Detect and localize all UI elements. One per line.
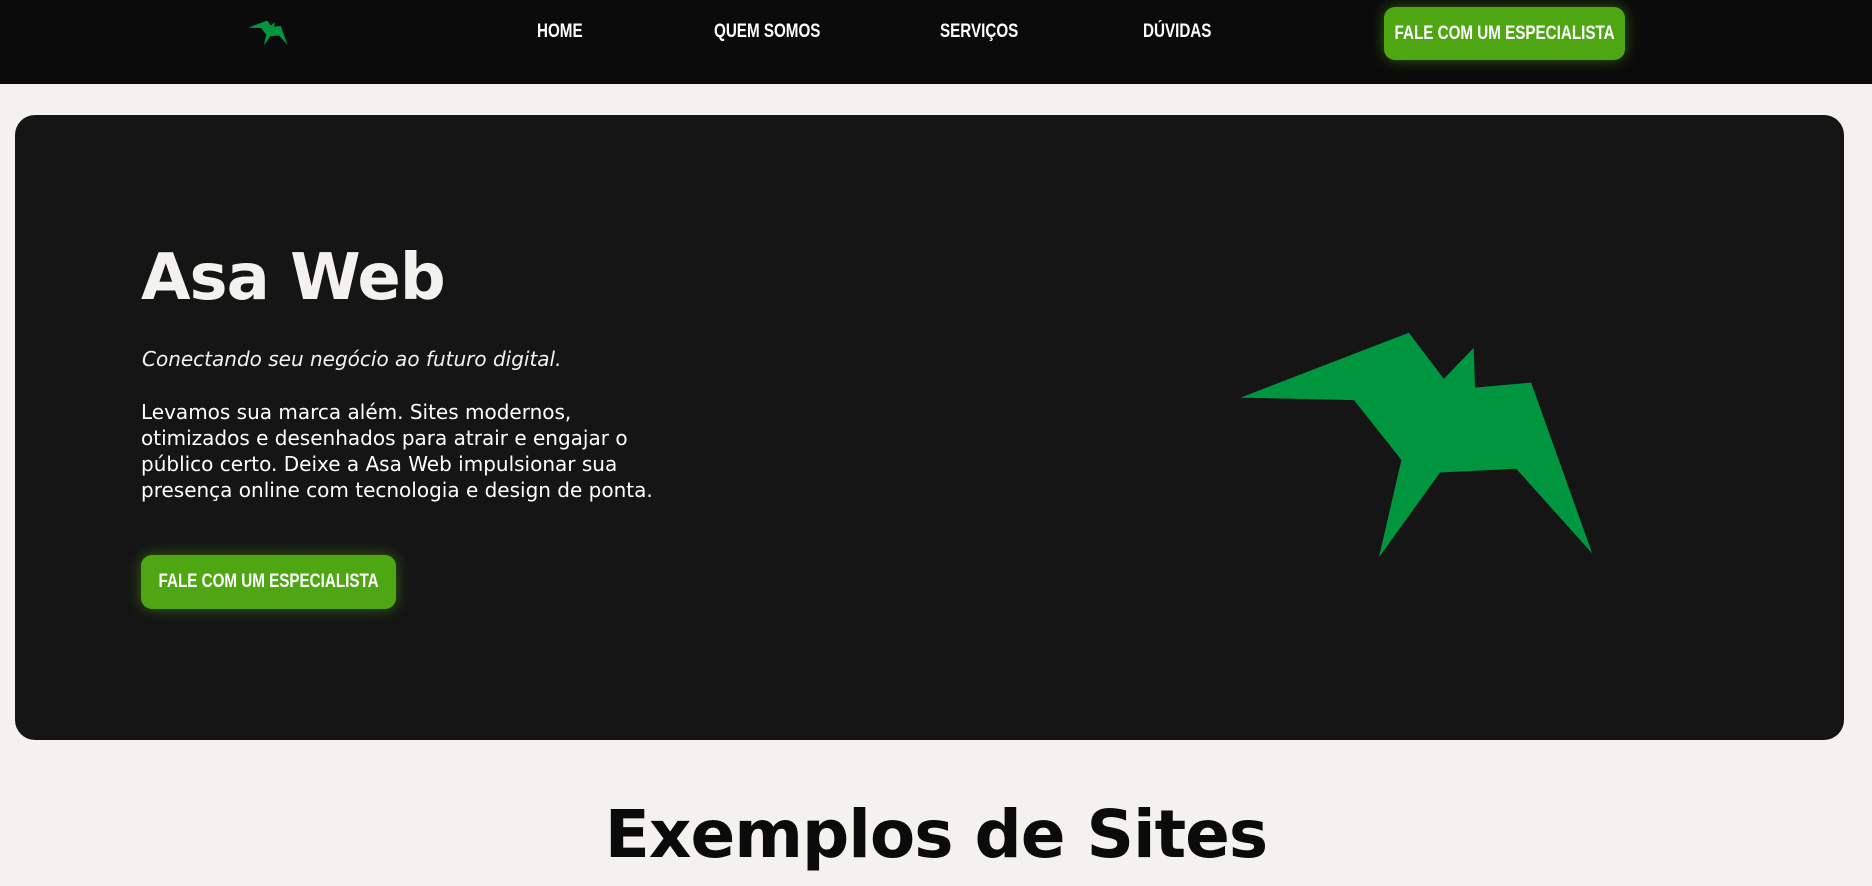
hero-description: Levamos sua marca além. Sites modernos, …	[141, 400, 653, 502]
hero-cta-button[interactable]: FALE COM UM ESPECIALISTA	[141, 555, 396, 609]
nav-link-home[interactable]: HOME	[537, 21, 583, 43]
hero-section: Asa Web Conectando seu negócio ao futuro…	[15, 115, 1844, 740]
navbar: HOME QUEM SOMOS SERVIÇOS DÚVIDAS FALE CO…	[0, 0, 1872, 84]
examples-section-title: Exemplos de Sites	[604, 796, 1268, 873]
nav-cta-button[interactable]: FALE COM UM ESPECIALISTA	[1384, 7, 1625, 60]
asa-bird-logo-icon	[1240, 332, 1593, 558]
asa-bird-logo-icon[interactable]	[248, 19, 288, 47]
nav-cta-label: FALE COM UM ESPECIALISTA	[1394, 22, 1615, 44]
hero-cta-label: FALE COM UM ESPECIALISTA	[158, 571, 379, 592]
nav-link-servicos[interactable]: SERVIÇOS	[940, 21, 1018, 43]
nav-link-quem-somos[interactable]: QUEM SOMOS	[714, 21, 820, 43]
nav-link-duvidas[interactable]: DÚVIDAS	[1143, 21, 1211, 43]
hero-title: Asa Web	[141, 241, 446, 315]
hero-tagline: Conectando seu negócio ao futuro digital…	[142, 347, 562, 371]
